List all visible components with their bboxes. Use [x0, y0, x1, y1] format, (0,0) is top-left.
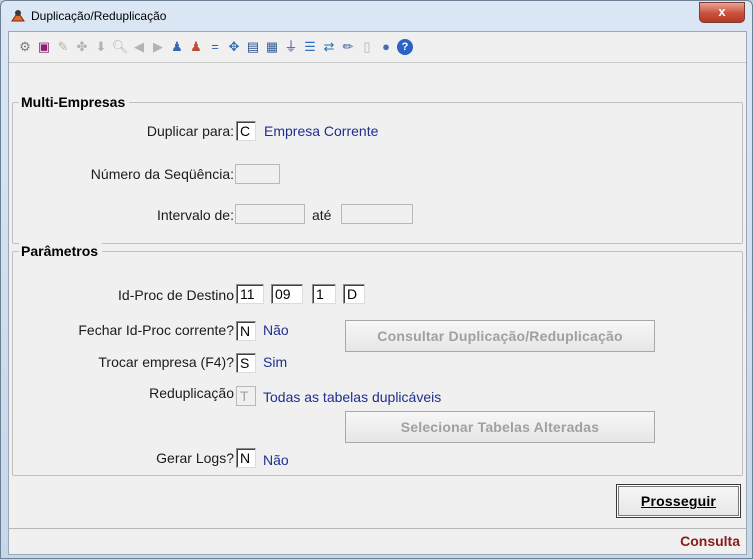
- multi-empresas-group: Multi-Empresas Duplicar para: C Empresa …: [12, 94, 743, 244]
- trocar-label: Trocar empresa (F4)?: [98, 354, 234, 370]
- gear-icon[interactable]: ⚙: [17, 39, 33, 55]
- save-icon[interactable]: ▣: [36, 39, 52, 55]
- idproc-field-3[interactable]: 1: [312, 284, 336, 304]
- calculator-icon[interactable]: ▤: [245, 39, 261, 55]
- user-up-icon[interactable]: ♟: [169, 39, 185, 55]
- prev-icon[interactable]: ◀: [131, 39, 147, 55]
- parametros-title: Parâmetros: [19, 243, 103, 259]
- help-icon[interactable]: ?: [397, 39, 413, 55]
- equals-icon[interactable]: =: [207, 39, 223, 55]
- sequencia-label: Número da Seqüência:: [90, 166, 234, 182]
- parametros-group: Parâmetros Id-Proc de Destino 11 09 1 D …: [12, 243, 743, 476]
- idproc-field-2[interactable]: 09: [271, 284, 303, 304]
- pencil-icon[interactable]: ✏: [340, 39, 356, 55]
- down-arrow-icon[interactable]: ⬇: [93, 39, 109, 55]
- user-down-icon[interactable]: ♟: [188, 39, 204, 55]
- close-button[interactable]: x: [699, 2, 745, 23]
- preview-icon[interactable]: 🔍︎: [112, 39, 129, 55]
- move-icon[interactable]: ✥: [226, 39, 242, 55]
- form-icon[interactable]: ▦: [264, 39, 280, 55]
- list-icon[interactable]: ☰: [302, 39, 318, 55]
- ate-label: até: [312, 207, 332, 223]
- duplicar-label: Duplicar para:: [146, 123, 234, 139]
- record-icon[interactable]: ●: [378, 39, 394, 55]
- filter-icon[interactable]: ⏚: [283, 39, 299, 55]
- multi-empresas-title: Multi-Empresas: [19, 94, 130, 110]
- sequencia-field[interactable]: [235, 164, 280, 184]
- client-area: ⚙ ▣ ✎ ✤ ⬇ 🔍︎ ◀ ▶ ♟ ♟ = ✥ ▤ ▦ ⏚ ☰ ⇄ ✏ ▯ ●? Multi-Empresas Du…: [8, 31, 747, 555]
- prosseguir-button-label: Prosseguir: [640, 493, 717, 509]
- status-bar: Consulta: [9, 528, 746, 555]
- selecionar-button[interactable]: Selecionar Tabelas Alteradas: [345, 411, 655, 443]
- prosseguir-button[interactable]: Prosseguir: [616, 484, 741, 518]
- intervalo-ate-field[interactable]: [341, 204, 413, 224]
- logs-field[interactable]: N: [236, 448, 256, 468]
- app-icon: [11, 10, 25, 22]
- status-mode: Consulta: [680, 533, 740, 549]
- edit-icon[interactable]: ✎: [55, 39, 71, 55]
- consultar-button[interactable]: Consultar Duplicação/Reduplicação: [345, 320, 655, 352]
- window-title: Duplicação/Reduplicação: [31, 9, 167, 23]
- selecionar-button-label: Selecionar Tabelas Alteradas: [400, 419, 600, 435]
- intervalo-de-field[interactable]: [235, 204, 305, 224]
- next-icon[interactable]: ▶: [150, 39, 166, 55]
- idproc-field-1[interactable]: 11: [236, 284, 264, 304]
- toolbar: ⚙ ▣ ✎ ✤ ⬇ 🔍︎ ◀ ▶ ♟ ♟ = ✥ ▤ ▦ ⏚ ☰ ⇄ ✏ ▯ ●?: [9, 32, 746, 63]
- redup-field[interactable]: T: [236, 386, 256, 406]
- trocar-desc: Sim: [263, 354, 288, 370]
- idproc-field-4[interactable]: D: [343, 284, 365, 304]
- main-window: Duplicação/Reduplicação x ⚙ ▣ ✎ ✤ ⬇ 🔍︎ ◀ ▶ ♟ ♟ = ✥ ▤…: [0, 0, 753, 559]
- title-bar[interactable]: Duplicação/Reduplicação x: [1, 1, 752, 31]
- document-icon[interactable]: ▯: [359, 39, 375, 55]
- fechar-label: Fechar Id-Proc corrente?: [78, 322, 234, 338]
- fechar-desc: Não: [263, 322, 289, 338]
- tools-icon[interactable]: ✤: [74, 39, 90, 55]
- intervalo-label: Intervalo de:: [156, 207, 234, 223]
- redup-desc: Todas as tabelas duplicáveis: [263, 389, 442, 405]
- transfer-icon[interactable]: ⇄: [321, 39, 337, 55]
- logs-label: Gerar Logs?: [156, 450, 234, 466]
- duplicar-desc: Empresa Corrente: [264, 123, 379, 139]
- fechar-field[interactable]: N: [236, 321, 256, 341]
- consultar-button-label: Consultar Duplicação/Reduplicação: [377, 328, 623, 344]
- idproc-label: Id-Proc de Destino: [118, 287, 234, 303]
- trocar-field[interactable]: S: [236, 353, 256, 373]
- logs-desc: Não: [263, 452, 289, 468]
- redup-label: Reduplicação: [149, 385, 234, 401]
- duplicar-field[interactable]: C: [236, 121, 256, 141]
